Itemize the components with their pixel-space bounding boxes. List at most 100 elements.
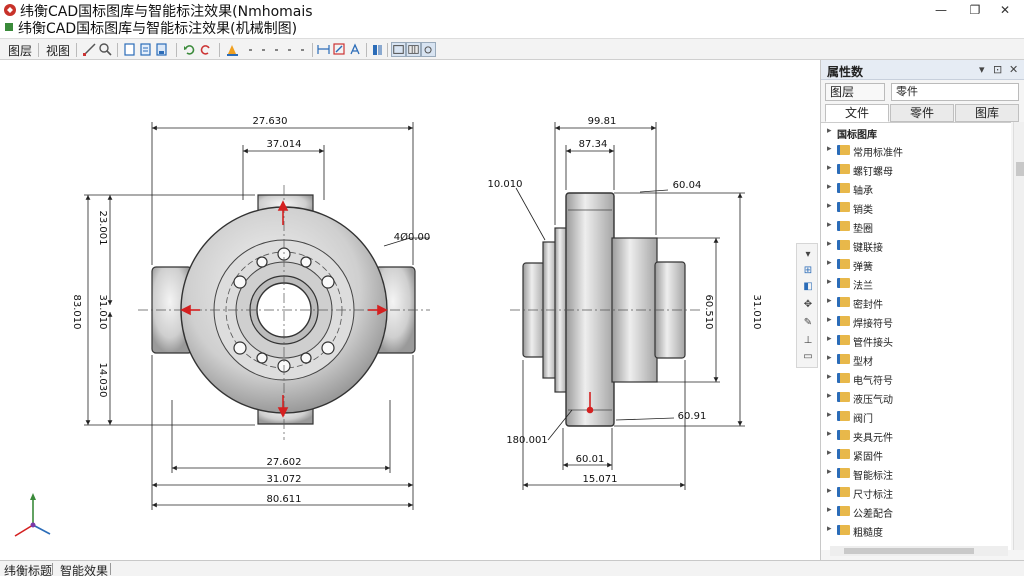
zoom-icon[interactable] xyxy=(98,42,113,57)
chevron-right-icon[interactable]: ▸ xyxy=(827,486,832,496)
tree-item-label: 常用标准件 xyxy=(853,148,903,159)
chevron-right-icon[interactable]: ▸ xyxy=(827,467,832,477)
chevron-right-icon[interactable]: ▸ xyxy=(827,201,832,211)
panel-close-button[interactable]: ✕ xyxy=(1009,63,1018,76)
toolbar-menu-view[interactable]: 视图 xyxy=(46,42,70,59)
collapse-icon[interactable]: ▾ xyxy=(801,248,815,262)
cad-drawing: 27.630 37.014 83.010 23.001 31.010 14.03… xyxy=(14,116,762,537)
status-separator xyxy=(110,563,111,575)
tree-item[interactable]: ▸ 键联接 xyxy=(821,236,1001,254)
tree-item-label: 焊接符号 xyxy=(853,319,893,330)
chevron-right-icon[interactable]: ▸ xyxy=(827,524,832,534)
chevron-right-icon[interactable]: ▸ xyxy=(827,239,832,249)
tree-item[interactable]: ▸ 尺寸标注 xyxy=(821,483,1001,501)
tree-item[interactable]: ▸ 管件接头 xyxy=(821,331,1001,349)
pin-icon[interactable]: ⊥ xyxy=(801,334,815,348)
pan-icon[interactable]: ✥ xyxy=(801,298,815,312)
chevron-right-icon[interactable]: ▸ xyxy=(827,334,832,344)
chevron-right-icon[interactable]: ▸ xyxy=(827,391,832,401)
tree-scrollbar[interactable] xyxy=(1013,122,1024,550)
tree-item[interactable]: ▸ 液压气动 xyxy=(821,388,1001,406)
pen-icon[interactable]: ✎ xyxy=(801,316,815,330)
smart-annotate-icon[interactable] xyxy=(332,42,347,57)
tree-item[interactable]: ▸ 智能标注 xyxy=(821,464,1001,482)
dimension-icon[interactable] xyxy=(316,42,331,57)
panel-horizontal-scrollbar[interactable] xyxy=(830,546,1008,556)
undo-icon[interactable] xyxy=(182,42,197,57)
chevron-right-icon[interactable]: ▸ xyxy=(827,505,832,515)
tab-parts[interactable]: 零件 xyxy=(890,104,954,122)
dash-icon[interactable] xyxy=(295,42,310,57)
chevron-right-icon[interactable]: ▸ xyxy=(827,182,832,192)
folder-icon xyxy=(837,335,850,345)
tree-item-label: 型材 xyxy=(853,357,873,368)
chevron-right-icon[interactable]: ▸ xyxy=(827,410,832,420)
tree-item[interactable]: ▸ 常用标准件 xyxy=(821,141,1001,159)
tree-item[interactable]: ▸ 密封件 xyxy=(821,293,1001,311)
chevron-right-icon[interactable]: ▸ xyxy=(827,448,832,458)
tree-item[interactable]: ▸ 紧固件 xyxy=(821,445,1001,463)
tree-item[interactable]: ▸ 电气符号 xyxy=(821,369,1001,387)
chevron-right-icon[interactable]: ▸ xyxy=(827,163,832,173)
toolbar-menu-layers[interactable]: 图层 xyxy=(8,42,32,59)
save-file-icon[interactable] xyxy=(154,42,169,57)
chevron-right-icon[interactable]: ▸ xyxy=(827,315,832,325)
tree-item-label: 键联接 xyxy=(853,243,883,254)
chevron-right-icon[interactable]: ▸ xyxy=(827,220,832,230)
drawing-canvas[interactable]: 27.630 37.014 83.010 23.001 31.010 14.03… xyxy=(0,60,820,560)
measure-icon[interactable]: ◧ xyxy=(801,280,815,294)
dim-front-bottom-1: 27.602 xyxy=(267,457,302,468)
tree-item[interactable]: ▸ 螺钉螺母 xyxy=(821,160,1001,178)
horizontal-scroll-thumb[interactable] xyxy=(844,548,974,554)
minimize-button[interactable]: — xyxy=(926,2,956,18)
dim-front-inner-width: 37.014 xyxy=(267,139,302,150)
folder-icon xyxy=(837,278,850,288)
chevron-right-icon[interactable]: ▸ xyxy=(827,277,832,287)
status-item-smart[interactable]: 智能效果 xyxy=(60,562,108,576)
redo-icon[interactable] xyxy=(198,42,213,57)
tree-item[interactable]: ▸ 轴承 xyxy=(821,179,1001,197)
new-file-icon[interactable] xyxy=(122,42,137,57)
view-mode-icon[interactable] xyxy=(391,42,406,57)
grid-icon[interactable] xyxy=(406,42,421,57)
tree-scroll-thumb[interactable] xyxy=(1016,162,1024,176)
tree-item[interactable]: ▸ 销类 xyxy=(821,198,1001,216)
maximize-button[interactable]: ❐ xyxy=(960,2,990,18)
chevron-right-icon[interactable]: ▸ xyxy=(827,258,832,268)
copy-icon[interactable]: ▭ xyxy=(801,350,815,364)
tree-item[interactable]: ▸ 焊接符号 xyxy=(821,312,1001,330)
tree-item[interactable]: ▸ 阀门 xyxy=(821,407,1001,425)
grip-icon[interactable]: ⊞ xyxy=(801,264,815,278)
chevron-right-icon[interactable]: ▸ xyxy=(827,144,832,154)
chevron-right-icon[interactable]: ▸ xyxy=(827,353,832,363)
tree-header[interactable]: ▸ 国标图库 xyxy=(821,123,1001,141)
layer-select[interactable]: 零件 xyxy=(891,83,1019,101)
tree-item[interactable]: ▸ 粗糙度 xyxy=(821,521,1001,539)
tree-item[interactable]: ▸ 弹簧 xyxy=(821,255,1001,273)
text-style-icon[interactable] xyxy=(348,42,363,57)
tree-item[interactable]: ▸ 垫圈 xyxy=(821,217,1001,235)
panel-menu-button[interactable]: ▾ xyxy=(979,63,985,76)
layer-color-icon[interactable] xyxy=(225,42,240,57)
dim-side-inner-width: 87.34 xyxy=(579,139,608,150)
tree-item[interactable]: ▸ 夹具元件 xyxy=(821,426,1001,444)
tree-item[interactable]: ▸ 公差配合 xyxy=(821,502,1001,520)
library-icon[interactable] xyxy=(370,42,385,57)
tab-file[interactable]: 文件 xyxy=(825,104,889,122)
chevron-right-icon[interactable]: ▸ xyxy=(827,296,832,306)
tree-item-label: 尺寸标注 xyxy=(853,490,893,501)
snap-icon[interactable] xyxy=(421,42,436,57)
ucs-axis-icon xyxy=(14,493,51,537)
draw-line-icon[interactable] xyxy=(82,42,97,57)
panel-float-button[interactable]: ⊡ xyxy=(993,63,1002,76)
open-file-icon[interactable] xyxy=(138,42,153,57)
folder-icon xyxy=(837,259,850,269)
chevron-right-icon[interactable]: ▸ xyxy=(827,429,832,439)
tree-item-label: 液压气动 xyxy=(853,395,893,406)
close-button[interactable]: ✕ xyxy=(990,2,1020,18)
tree-item[interactable]: ▸ 型材 xyxy=(821,350,1001,368)
status-item-title[interactable]: 纬衡标题 xyxy=(4,562,52,576)
tree-item[interactable]: ▸ 法兰 xyxy=(821,274,1001,292)
tab-library[interactable]: 图库 xyxy=(955,104,1019,122)
chevron-right-icon[interactable]: ▸ xyxy=(827,372,832,382)
